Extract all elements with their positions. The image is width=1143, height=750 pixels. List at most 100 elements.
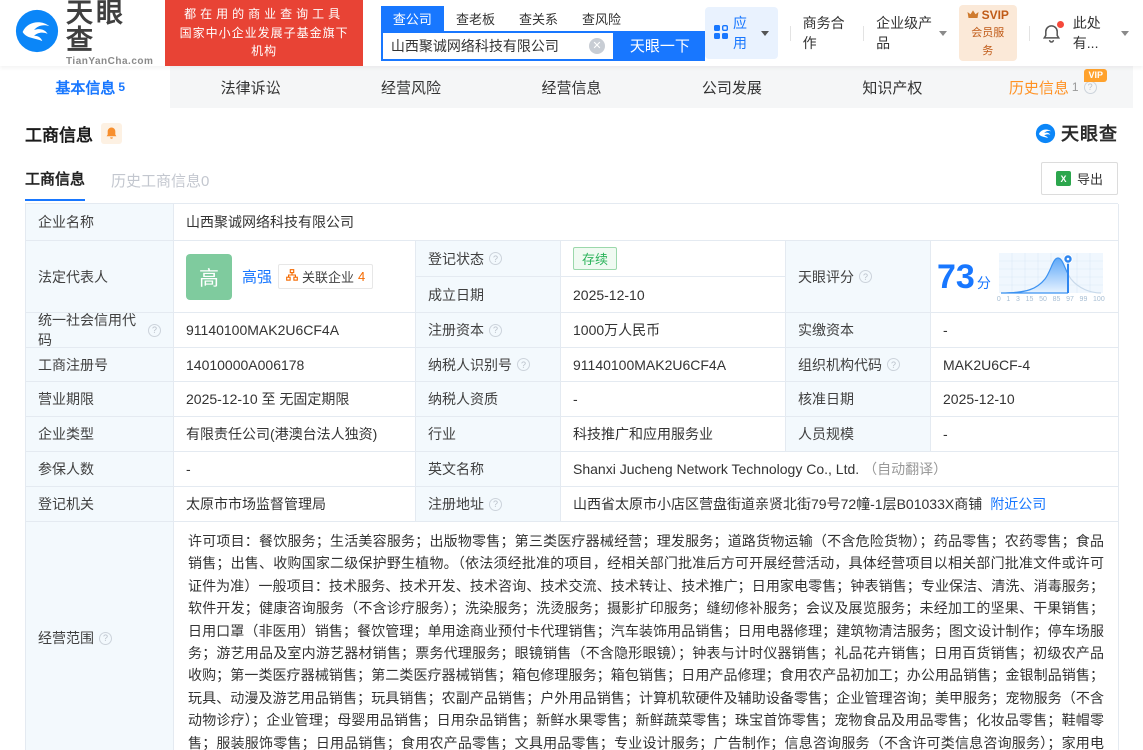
- tab-history-info[interactable]: 历史信息1 ? VIP: [973, 66, 1133, 108]
- chevron-down-icon: [761, 31, 769, 36]
- org-chart-icon: [286, 269, 298, 284]
- apps-menu[interactable]: 应用: [705, 7, 778, 59]
- section-title: 工商信息: [25, 121, 93, 146]
- help-icon[interactable]: ?: [489, 324, 502, 337]
- field-label: 统一社会信用代码?: [26, 313, 174, 348]
- help-icon[interactable]: ?: [517, 358, 530, 371]
- industry-value: 科技推广和应用服务业: [561, 417, 786, 452]
- field-label: 英文名称: [416, 452, 561, 487]
- staff-size-value: -: [931, 417, 1119, 452]
- svip-member-service[interactable]: SVIP 会员服务: [959, 5, 1017, 62]
- reg-capital-value: 1000万人民币: [561, 313, 786, 348]
- tab-intellectual-property[interactable]: 知识产权: [812, 66, 972, 108]
- field-label: 行业: [416, 417, 561, 452]
- help-icon[interactable]: ?: [99, 632, 112, 645]
- monitor-bell-icon[interactable]: [101, 123, 122, 144]
- tab-legal-litigation[interactable]: 法律诉讼: [170, 66, 330, 108]
- tab-company-development[interactable]: 公司发展: [652, 66, 812, 108]
- divider: [790, 26, 791, 41]
- field-label: 实缴资本: [786, 313, 931, 348]
- help-icon[interactable]: ?: [887, 358, 900, 371]
- field-label: 登记状态?: [416, 241, 561, 277]
- search-tab-relation[interactable]: 查关系: [507, 6, 570, 31]
- org-code-value: MAK2U6CF-4: [931, 348, 1119, 382]
- export-button[interactable]: X 导出: [1041, 162, 1118, 195]
- reg-status-value: 存续: [561, 241, 786, 277]
- reg-authority-value: 太原市市场监督管理局: [174, 487, 416, 522]
- help-icon[interactable]: ?: [489, 498, 502, 511]
- vip-badge: VIP: [1084, 69, 1107, 82]
- score-curve-chart: 0131550859799100: [997, 251, 1105, 303]
- menu-business-cooperation[interactable]: 商务合作: [803, 13, 852, 53]
- subtab-business-registration[interactable]: 工商信息: [25, 168, 85, 201]
- divider: [863, 26, 864, 41]
- avatar[interactable]: 高: [186, 254, 232, 300]
- clear-icon[interactable]: ✕: [589, 38, 605, 54]
- field-label: 纳税人识别号?: [416, 348, 561, 382]
- search-tab-boss[interactable]: 查老板: [444, 6, 507, 31]
- divider: [1029, 26, 1030, 41]
- field-label: 法定代表人: [26, 241, 174, 313]
- menu-more[interactable]: 此处有...: [1073, 13, 1129, 53]
- search-tab-company[interactable]: 查公司: [381, 6, 444, 31]
- credit-code-value: 91140100MAK2U6CF4A: [174, 313, 416, 348]
- field-label: 核准日期: [786, 382, 931, 417]
- field-label: 经营范围?: [26, 522, 174, 750]
- business-info-table: 企业名称 山西聚诚网络科技有限公司 法定代表人 高 高强 关联企业 4 登记状态…: [25, 203, 1118, 750]
- establish-date-value: 2025-12-10: [561, 277, 786, 313]
- crown-icon: [967, 8, 979, 23]
- tab-business-info[interactable]: 经营信息: [491, 66, 651, 108]
- field-label: 注册资本?: [416, 313, 561, 348]
- notification-bell-icon[interactable]: [1042, 24, 1061, 43]
- subtab-history-registration[interactable]: 历史工商信息0: [111, 170, 209, 201]
- field-label: 组织机构代码?: [786, 348, 931, 382]
- field-label: 营业期限: [26, 382, 174, 417]
- status-badge: 存续: [573, 247, 617, 270]
- taxpayer-id-value: 91140100MAK2U6CF4A: [561, 348, 786, 382]
- search-input[interactable]: [383, 38, 589, 54]
- help-icon[interactable]: ?: [489, 252, 502, 265]
- watermark-logo: 天眼查: [1035, 120, 1118, 146]
- tianyan-score-cell[interactable]: 73分: [931, 241, 1119, 313]
- brand-slogan: 都在用的商业查询工具 国家中小企业发展子基金旗下机构: [165, 0, 363, 66]
- field-label: 注册地址?: [416, 487, 561, 522]
- notification-dot: [1057, 21, 1064, 28]
- chevron-down-icon: [939, 31, 947, 36]
- top-header: 天眼查 TianYanCha.com 都在用的商业查询工具 国家中小企业发展子基…: [0, 0, 1143, 66]
- english-name-value: Shanxi Jucheng Network Technology Co., L…: [561, 452, 1119, 487]
- grid-icon: [714, 25, 728, 42]
- search-tab-risk[interactable]: 查风险: [570, 6, 633, 31]
- field-label: 纳税人资质: [416, 382, 561, 417]
- help-icon[interactable]: ?: [859, 270, 872, 283]
- insured-count-value: -: [174, 452, 416, 487]
- company-name-value: 山西聚诚网络科技有限公司: [174, 204, 1119, 241]
- field-label: 成立日期: [416, 277, 561, 313]
- field-label: 人员规模: [786, 417, 931, 452]
- field-label: 工商注册号: [26, 348, 174, 382]
- search-area: 查公司 查老板 查关系 查风险 ✕ 天眼一下: [381, 6, 705, 61]
- tab-basic-info[interactable]: 基本信息5: [10, 66, 170, 108]
- excel-icon: X: [1056, 171, 1071, 186]
- nearby-companies-link[interactable]: 附近公司: [990, 494, 1046, 514]
- field-label: 天眼评分?: [786, 241, 931, 313]
- search-button[interactable]: 天眼一下: [615, 31, 705, 61]
- taxpayer-quality-value: -: [561, 382, 786, 417]
- related-companies-badge[interactable]: 关联企业 4: [278, 264, 373, 289]
- tab-operational-risk[interactable]: 经营风险: [331, 66, 491, 108]
- approval-date-value: 2025-12-10: [931, 382, 1119, 417]
- help-icon[interactable]: ?: [148, 324, 161, 337]
- tianyancha-logo[interactable]: 天眼查 TianYanCha.com: [14, 0, 153, 67]
- menu-enterprise-products[interactable]: 企业级产品: [876, 13, 946, 53]
- brand-name: 天眼查: [66, 0, 153, 54]
- paid-capital-value: -: [931, 313, 1119, 348]
- business-scope-value: 许可项目：餐饮服务；生活美容服务；出版物零售；第三类医疗器械经营；理发服务；道路…: [174, 522, 1119, 750]
- chevron-down-icon: [1121, 31, 1129, 36]
- legal-rep-cell: 高 高强 关联企业 4: [174, 241, 416, 313]
- brand-domain: TianYanCha.com: [66, 57, 153, 67]
- help-icon[interactable]: ?: [1084, 81, 1097, 94]
- reg-address-value: 山西省太原市小店区营盘街道亲贤北街79号72幢-1层B01033X商铺 附近公司: [561, 487, 1119, 522]
- field-label: 登记机关: [26, 487, 174, 522]
- company-type-value: 有限责任公司(港澳台法人独资): [174, 417, 416, 452]
- legal-rep-link[interactable]: 高强: [242, 266, 272, 287]
- field-label: 企业类型: [26, 417, 174, 452]
